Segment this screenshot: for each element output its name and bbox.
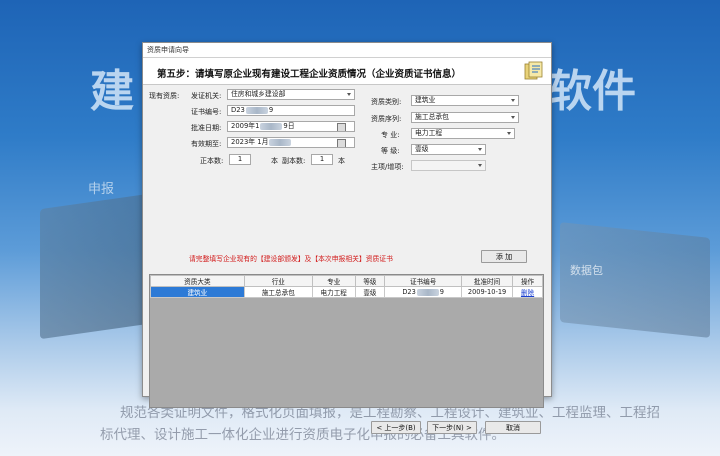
duplicate-copies-label: 副本数: [282, 157, 306, 165]
cell-cert-prefix: D23 [402, 288, 416, 296]
next-button[interactable]: 下一步(N) > [427, 421, 477, 434]
background-package-label-2: 数据包 [570, 264, 603, 277]
background-package-box [560, 222, 710, 338]
cert-no-prefix: D23 [231, 106, 245, 114]
qual-type-select[interactable]: 建筑业 [411, 95, 519, 106]
cancel-button[interactable]: 取消 [485, 421, 541, 434]
table-header-row: 资质大类 行业 专业 等级 证书编号 批准时间 操作 [150, 275, 543, 287]
column-header[interactable]: 资质大类 [150, 275, 245, 287]
prev-button[interactable]: < 上一步(B) [371, 421, 421, 434]
duplicate-copies-input[interactable]: 1 [311, 154, 333, 165]
dialog-body: 现有资质: 发证机关: 住房和城乡建设部 证书编号: D23 9 批准日期: 20… [143, 85, 551, 434]
cell-specialty[interactable]: 电力工程 [311, 286, 356, 298]
column-header[interactable]: 行业 [243, 275, 313, 287]
table-row[interactable]: 建筑业 施工总承包 电力工程 壹级 D23 9 2009-10-19 删除 [150, 286, 543, 298]
approve-date-prefix: 2009年1 [231, 122, 260, 130]
specialty-value: 电力工程 [415, 129, 443, 137]
qual-type-label: 资质类别: [371, 98, 402, 106]
delete-link[interactable]: 删除 [521, 289, 534, 297]
step-header: 第五步：请填写原企业现有建设工程企业资质情况（企业资质证书信息） [143, 58, 551, 85]
dialog-titlebar: 资质申请向导 [143, 43, 551, 58]
grade-value: 壹级 [415, 145, 429, 153]
main-add-select[interactable] [411, 160, 486, 171]
warning-message: 请完整填写企业现有的【建设部颁发】及【本次申报相关】资质证书 [189, 255, 393, 263]
column-header[interactable]: 批准时间 [460, 275, 514, 287]
qualification-table: 资质大类 行业 专业 等级 证书编号 批准时间 操作 建筑业 施工总承包 电力工… [149, 274, 544, 408]
qualification-wizard-dialog: 资质申请向导 第五步：请填写原企业现有建设工程企业资质情况（企业资质证书信息） … [142, 42, 552, 434]
approve-date-picker[interactable]: 2009年1 9日 [227, 121, 355, 132]
qual-series-label: 资质序列: [371, 115, 402, 123]
issuer-select[interactable]: 住房和城乡建设部 [227, 89, 355, 100]
issuer-value: 住房和城乡建设部 [231, 90, 286, 98]
background-title-right: 软件 [548, 66, 636, 117]
cert-no-label: 证书编号: [191, 108, 222, 116]
redacted-mask [269, 138, 292, 146]
issuer-label: 发证机关: [191, 92, 222, 100]
original-copies-input[interactable]: 1 [229, 154, 251, 165]
column-header[interactable]: 证书编号 [384, 275, 462, 287]
approve-date-suffix: 9日 [283, 122, 295, 130]
add-button[interactable]: 添 加 [481, 250, 527, 263]
qual-type-value: 建筑业 [415, 96, 436, 104]
window-title: 资质申请向导 [147, 46, 189, 54]
valid-until-label: 有效期至: [191, 140, 222, 148]
valid-until-picker[interactable]: 2023年 1月 [227, 137, 355, 148]
step-title: 第五步：请填写原企业现有建设工程企业资质情况（企业资质证书信息） [157, 69, 462, 80]
qual-series-select[interactable]: 施工总承包 [411, 112, 519, 123]
existing-qualification-label: 现有资质: [149, 92, 180, 100]
copy-unit-label: 本 [271, 157, 278, 165]
column-header[interactable]: 等级 [354, 275, 386, 287]
specialty-label: 专 业: [381, 131, 400, 139]
main-add-label: 主项/增项: [371, 163, 404, 171]
cell-approve-time[interactable]: 2009-10-19 [460, 286, 514, 298]
cert-no-suffix: 9 [268, 106, 274, 114]
calendar-icon[interactable] [337, 139, 346, 147]
qual-series-value: 施工总承包 [415, 113, 449, 121]
column-header[interactable]: 专业 [311, 275, 356, 287]
original-copies-label: 正本数: [200, 157, 224, 165]
redacted-mask [416, 288, 439, 296]
calendar-icon[interactable] [337, 123, 346, 131]
copy-unit-label-2: 本 [338, 157, 345, 165]
grade-select[interactable]: 壹级 [411, 144, 486, 155]
grade-label: 等 级: [381, 147, 400, 155]
valid-until-prefix: 2023年 1月 [231, 138, 269, 146]
redacted-mask [260, 122, 283, 130]
wizard-logo-icon [524, 61, 543, 80]
cell-grade[interactable]: 壹级 [354, 286, 386, 298]
specialty-select[interactable]: 电力工程 [411, 128, 515, 139]
column-header[interactable]: 操作 [512, 275, 543, 287]
cell-cert-no[interactable]: D23 9 [384, 286, 462, 298]
cert-no-input[interactable]: D23 9 [227, 105, 355, 116]
cell-cert-suffix: 9 [439, 288, 444, 296]
cell-industry[interactable]: 施工总承包 [243, 286, 313, 298]
background-title-left: 建 [90, 66, 138, 117]
redacted-mask [245, 106, 268, 114]
cell-category[interactable]: 建筑业 [150, 286, 245, 298]
approve-date-label: 批准日期: [191, 124, 222, 132]
background-package-label: 申报 [88, 182, 115, 197]
cell-action: 删除 [512, 286, 543, 298]
